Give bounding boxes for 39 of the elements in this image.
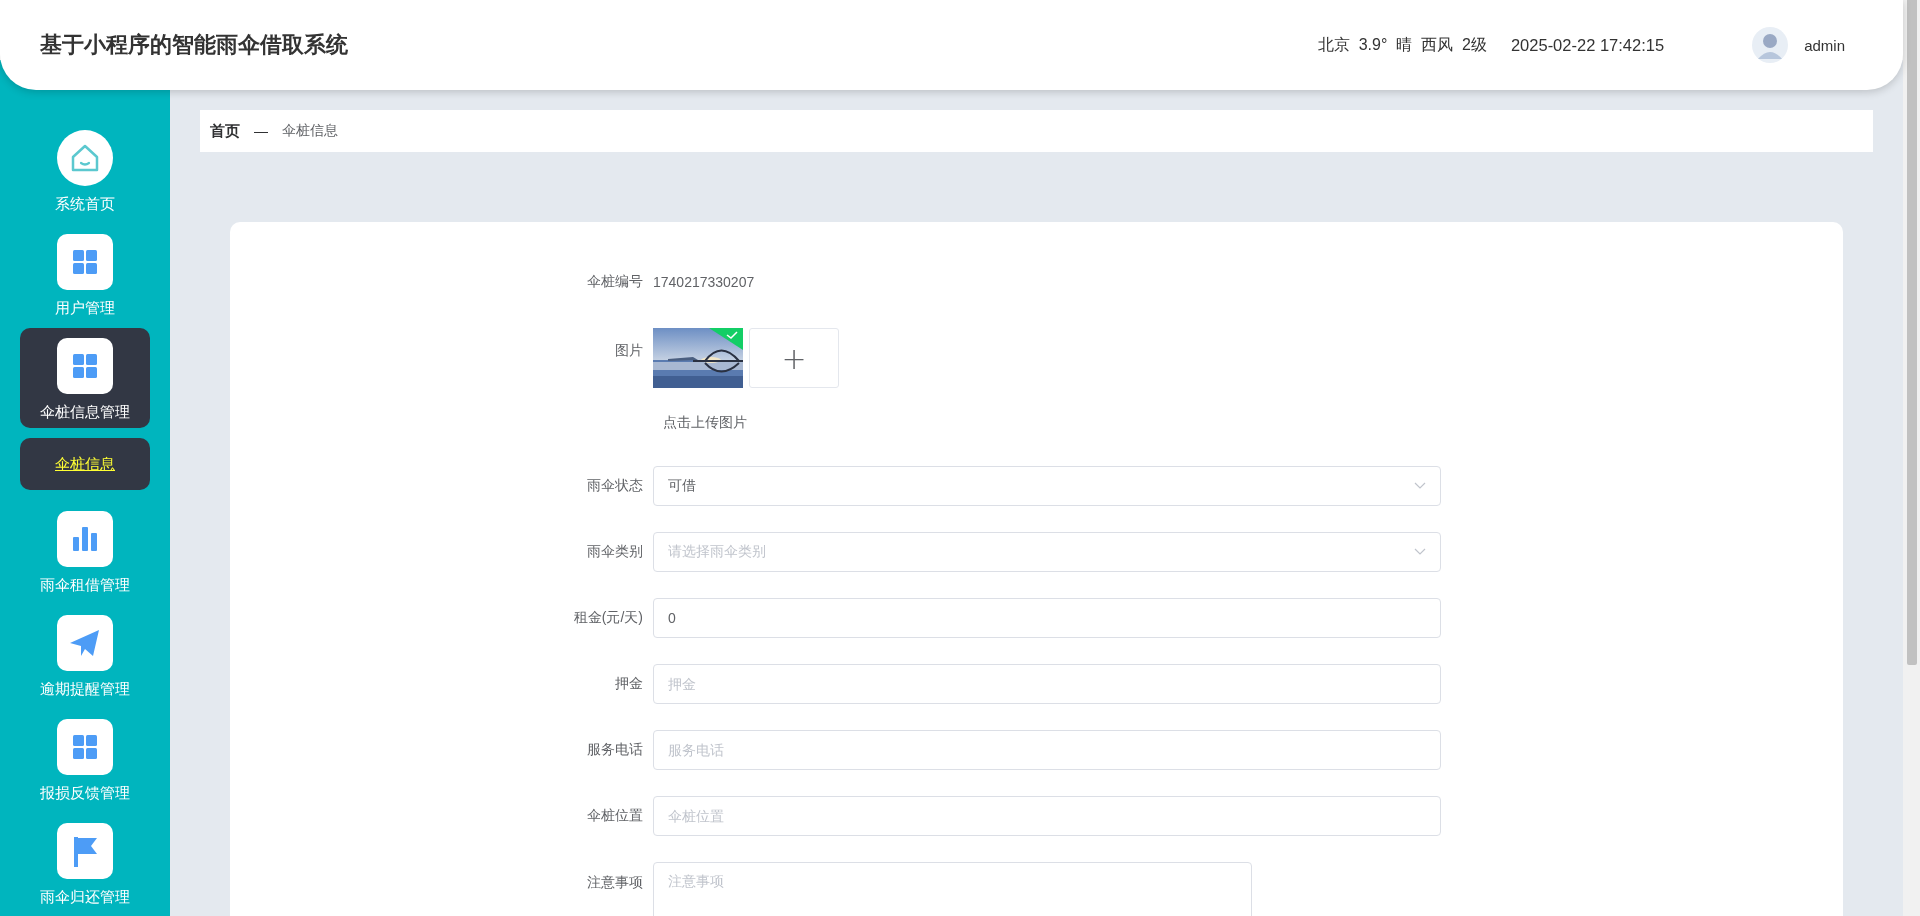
select-field[interactable]: 可借 — [653, 466, 1441, 506]
grid-icon — [57, 338, 113, 394]
chevron-down-icon — [1414, 482, 1426, 490]
upload-add-button[interactable]: + — [749, 328, 839, 388]
field-label: 伞桩编号 — [586, 273, 644, 291]
bar-chart-icon — [57, 511, 113, 567]
input-field[interactable]: 押金 — [653, 664, 1441, 704]
input-field[interactable]: 0 — [653, 598, 1441, 638]
flag-icon — [57, 823, 113, 879]
field-label: 服务电话 — [586, 741, 644, 759]
field-label: 图片 — [614, 341, 644, 360]
field-label: 伞桩位置 — [586, 807, 644, 825]
field-label: 注意事项 — [586, 873, 644, 892]
avatar-icon[interactable] — [1752, 27, 1789, 63]
field-label: 租金(元/天) — [572, 609, 644, 627]
upload-hint: 点击上传图片 — [663, 414, 748, 432]
scrollbar-thumb[interactable] — [1906, 0, 1917, 665]
paper-plane-icon — [57, 615, 113, 671]
submenu-item[interactable]: 伞桩信息 — [55, 454, 115, 474]
breadcrumb-link[interactable]: 首页 — [210, 121, 240, 141]
field-label: 押金 — [614, 675, 644, 693]
field-label: 雨伞状态 — [586, 477, 644, 495]
app-title: 基于小程序的智能雨伞借取系统 — [40, 31, 349, 59]
field-label: 雨伞类别 — [586, 543, 644, 561]
textarea-field[interactable]: 注意事项 — [653, 862, 1252, 916]
grid-icon — [57, 719, 113, 775]
field-value: 1740217330207 — [653, 274, 755, 290]
nav-item[interactable]: 伞桩信息管理 — [20, 328, 150, 428]
breadcrumb-separator: — — [254, 123, 268, 139]
grid-icon — [57, 234, 113, 290]
input-field[interactable]: 服务电话 — [653, 730, 1441, 770]
house-icon — [57, 130, 113, 186]
scrollbar[interactable] — [1903, 0, 1920, 916]
weather-info: 北京 3.9° 晴 西风 2级 — [1317, 34, 1487, 55]
date-time: 2025-02-22 17:42:15 — [1510, 35, 1665, 55]
breadcrumb-link[interactable]: 伞桩信息 — [282, 122, 338, 140]
input-field[interactable]: 伞桩位置 — [653, 796, 1441, 836]
chevron-down-icon — [1414, 548, 1426, 556]
user-name[interactable]: admin — [1804, 36, 1845, 54]
